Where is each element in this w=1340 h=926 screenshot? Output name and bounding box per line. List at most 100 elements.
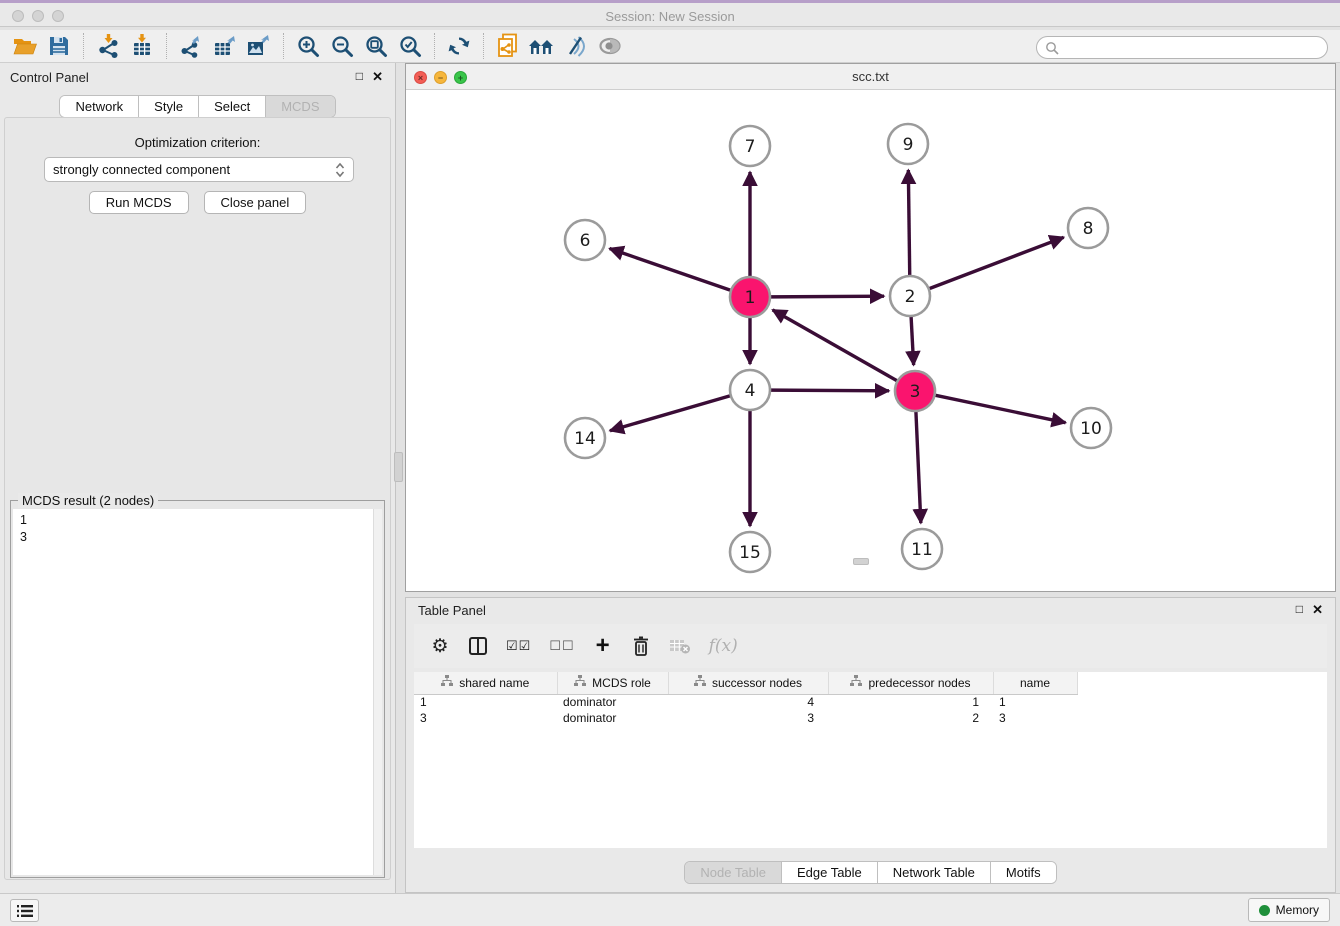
network-canvas[interactable]: 7968124314101511 xyxy=(406,90,1335,591)
tab-motifs[interactable]: Motifs xyxy=(990,862,1056,883)
graph-node-label-2: 2 xyxy=(905,287,916,307)
show-graphics-icon[interactable] xyxy=(593,31,627,61)
column-edit-icon[interactable] xyxy=(468,636,488,656)
search-icon xyxy=(1045,41,1059,55)
run-mcds-button[interactable]: Run MCDS xyxy=(89,191,189,214)
select-all-icon[interactable]: ☑☑ xyxy=(506,638,531,654)
memory-button[interactable]: Memory xyxy=(1248,898,1330,922)
deselect-all-icon[interactable]: ☐☐ xyxy=(549,638,574,654)
tab-select[interactable]: Select xyxy=(198,96,265,117)
network-window-titlebar: × − + scc.txt xyxy=(406,64,1335,90)
close-panel-icon[interactable]: ✕ xyxy=(372,69,383,85)
tab-network-table[interactable]: Network Table xyxy=(877,862,990,883)
graph-edge-2-9[interactable] xyxy=(908,170,909,275)
tree-icon xyxy=(850,675,862,690)
zoom-selected-icon[interactable] xyxy=(393,31,427,61)
column-header-predecessor-nodes[interactable]: predecessor nodes xyxy=(828,672,993,694)
float-panel-icon[interactable]: □ xyxy=(356,69,363,83)
column-header-name[interactable]: name xyxy=(993,672,1077,694)
first-neighbors-icon[interactable] xyxy=(525,31,559,61)
mcds-result-text: 1 3 xyxy=(13,509,382,549)
tab-node-table[interactable]: Node Table xyxy=(685,862,781,883)
tab-edge-table[interactable]: Edge Table xyxy=(781,862,877,883)
table-cell[interactable]: 1 xyxy=(828,694,993,710)
tab-style[interactable]: Style xyxy=(138,96,198,117)
tree-icon xyxy=(694,675,706,690)
table-cell[interactable]: 4 xyxy=(668,694,828,710)
refresh-icon[interactable] xyxy=(442,31,476,61)
graph-edge-3-10[interactable] xyxy=(936,395,1066,422)
vertical-splitter-handle[interactable] xyxy=(394,452,403,482)
open-file-icon[interactable] xyxy=(8,31,42,61)
search-box[interactable] xyxy=(1036,36,1328,59)
column-header-shared-name[interactable]: shared name xyxy=(414,672,557,694)
tree-icon xyxy=(574,675,586,690)
table-row[interactable]: 1dominator411 xyxy=(414,694,1077,710)
optimization-criterion-dropdown[interactable]: strongly connected component xyxy=(44,157,354,182)
result-scrollbar[interactable] xyxy=(373,509,382,875)
new-network-icon[interactable] xyxy=(491,31,525,61)
table-float-icon[interactable]: □ xyxy=(1296,602,1303,616)
graph-edge-3-1[interactable] xyxy=(773,310,897,381)
gear-icon[interactable]: ⚙ xyxy=(430,635,450,658)
table-cell[interactable]: 2 xyxy=(828,710,993,726)
save-session-icon[interactable] xyxy=(42,31,76,61)
search-input[interactable] xyxy=(1059,39,1327,57)
graph-edge-2-3[interactable] xyxy=(911,317,914,365)
main-titlebar: Session: New Session xyxy=(0,0,1340,27)
graph-node-label-10: 10 xyxy=(1080,419,1102,439)
table-close-icon[interactable]: ✕ xyxy=(1312,602,1323,618)
zoom-fit-icon[interactable] xyxy=(359,31,393,61)
network-view-window: × − + scc.txt 7968124314101511 xyxy=(405,63,1336,592)
graph-edge-1-2[interactable] xyxy=(771,296,884,297)
tab-network[interactable]: Network xyxy=(60,96,138,117)
hide-graphics-icon[interactable] xyxy=(559,31,593,61)
table-cell[interactable]: 3 xyxy=(414,710,557,726)
export-table-icon[interactable] xyxy=(208,31,242,61)
table-cell[interactable]: dominator xyxy=(557,694,668,710)
import-table-icon[interactable] xyxy=(125,31,159,61)
node-table: shared nameMCDS rolesuccessor nodesprede… xyxy=(414,672,1327,848)
graph-node-label-1: 1 xyxy=(745,288,756,308)
mcds-result-box[interactable]: 1 3 xyxy=(13,509,382,875)
tree-icon xyxy=(441,675,453,690)
table-cell[interactable]: 3 xyxy=(993,710,1077,726)
horizontal-splitter-handle[interactable] xyxy=(853,558,869,565)
graph-node-label-9: 9 xyxy=(903,135,914,155)
session-title: Session: New Session xyxy=(0,9,1340,24)
toolbar-separator xyxy=(434,33,435,59)
table-cell[interactable]: 1 xyxy=(993,694,1077,710)
table-cell[interactable]: dominator xyxy=(557,710,668,726)
table-panel: Table Panel □ ✕ ⚙ ☑☑ ☐☐ + f(x) shared na… xyxy=(405,597,1336,893)
zoom-out-icon[interactable] xyxy=(325,31,359,61)
table-cell[interactable]: 3 xyxy=(668,710,828,726)
graph-edge-4-14[interactable] xyxy=(610,396,730,431)
column-header-MCDS-role[interactable]: MCDS role xyxy=(557,672,668,694)
add-row-icon[interactable]: + xyxy=(593,636,613,656)
graph-node-label-11: 11 xyxy=(911,540,933,560)
graph-node-label-15: 15 xyxy=(739,543,761,563)
zoom-in-icon[interactable] xyxy=(291,31,325,61)
graph-edge-3-11[interactable] xyxy=(916,412,921,523)
graph-edge-2-8[interactable] xyxy=(930,237,1064,288)
table-tabbar: Node TableEdge TableNetwork TableMotifs xyxy=(684,861,1056,884)
status-bar: Memory xyxy=(0,893,1340,926)
list-icon xyxy=(17,904,33,918)
graph-node-label-8: 8 xyxy=(1083,219,1094,239)
table-cell[interactable]: 1 xyxy=(414,694,557,710)
delete-row-icon[interactable] xyxy=(631,635,651,657)
graph-edge-4-3[interactable] xyxy=(771,390,889,391)
node-table-grid[interactable]: shared nameMCDS rolesuccessor nodesprede… xyxy=(414,672,1078,726)
tab-mcds[interactable]: MCDS xyxy=(265,96,334,117)
graph-edge-1-6[interactable] xyxy=(610,248,731,290)
show-panels-button[interactable] xyxy=(10,899,39,922)
close-panel-button[interactable]: Close panel xyxy=(204,191,307,214)
function-icon: f(x) xyxy=(709,636,738,656)
import-network-icon[interactable] xyxy=(91,31,125,61)
export-image-icon[interactable] xyxy=(242,31,276,61)
column-header-successor-nodes[interactable]: successor nodes xyxy=(668,672,828,694)
memory-label: Memory xyxy=(1276,903,1319,917)
table-row[interactable]: 3dominator323 xyxy=(414,710,1077,726)
toolbar-separator xyxy=(83,33,84,59)
export-network-icon[interactable] xyxy=(174,31,208,61)
